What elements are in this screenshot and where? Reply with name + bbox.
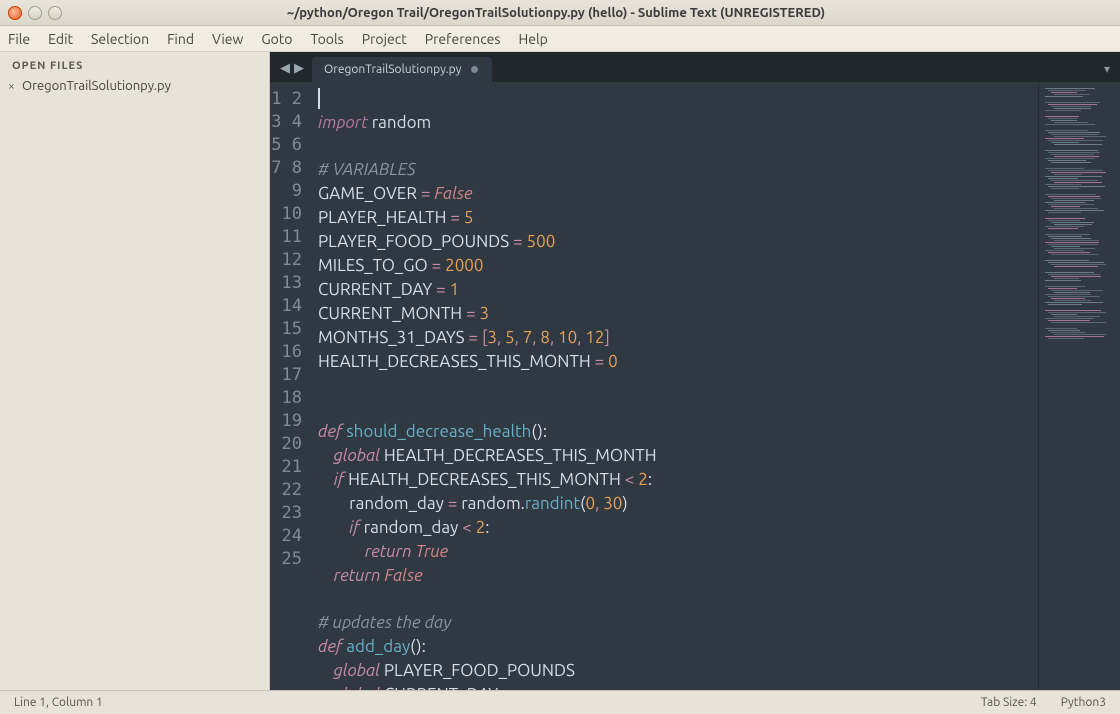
tab-dirty-indicator-icon	[471, 66, 478, 73]
window-titlebar: ~/python/Oregon Trail/OregonTrailSolutio…	[0, 0, 1120, 26]
tab-overflow-icon[interactable]: ▾	[1094, 62, 1120, 82]
menu-selection[interactable]: Selection	[91, 31, 149, 47]
line-number-gutter: 1 2 3 4 5 6 7 8 9 10 11 12 13 14 15 16 1…	[270, 82, 312, 690]
code-content[interactable]: import random # VARIABLES GAME_OVER = Fa…	[312, 82, 1038, 690]
code-scroll[interactable]: 1 2 3 4 5 6 7 8 9 10 11 12 13 14 15 16 1…	[270, 82, 1120, 690]
menu-tools[interactable]: Tools	[311, 31, 344, 47]
open-file-label: OregonTrailSolutionpy.py	[22, 79, 171, 93]
editor-area: ◀ ▶ OregonTrailSolutionpy.py ▾ 1 2 3 4 5…	[270, 52, 1120, 690]
menu-project[interactable]: Project	[362, 31, 407, 47]
maximize-window-icon[interactable]	[48, 6, 62, 20]
menu-preferences[interactable]: Preferences	[425, 31, 501, 47]
sidebar: OPEN FILES × OregonTrailSolutionpy.py	[0, 52, 270, 690]
minimize-window-icon[interactable]	[28, 6, 42, 20]
window-buttons	[0, 6, 62, 20]
menu-edit[interactable]: Edit	[48, 31, 73, 47]
comment-variables: # VARIABLES	[318, 160, 416, 179]
tab-label: OregonTrailSolutionpy.py	[324, 63, 461, 76]
close-file-icon[interactable]: ×	[8, 80, 15, 93]
minimap[interactable]	[1038, 82, 1120, 690]
menu-help[interactable]: Help	[518, 31, 547, 47]
workspace: OPEN FILES × OregonTrailSolutionpy.py ◀ …	[0, 52, 1120, 690]
nav-back-icon[interactable]: ◀	[280, 61, 290, 76]
menu-goto[interactable]: Goto	[261, 31, 292, 47]
menu-find[interactable]: Find	[167, 31, 194, 47]
tab-oregontrail[interactable]: OregonTrailSolutionpy.py	[312, 57, 492, 82]
open-file-item[interactable]: × OregonTrailSolutionpy.py	[0, 76, 269, 96]
nav-forward-icon[interactable]: ▶	[294, 61, 304, 76]
menu-view[interactable]: View	[212, 31, 243, 47]
text-cursor	[318, 88, 320, 109]
tab-nav-arrows: ◀ ▶	[276, 61, 312, 82]
window-title: ~/python/Oregon Trail/OregonTrailSolutio…	[62, 6, 1050, 20]
status-tab-size[interactable]: Tab Size: 4	[981, 696, 1037, 709]
status-cursor-pos[interactable]: Line 1, Column 1	[14, 696, 103, 709]
menu-file[interactable]: File	[8, 31, 30, 47]
open-files-heading: OPEN FILES	[0, 52, 269, 76]
close-window-icon[interactable]	[8, 6, 22, 20]
tok-import: import	[318, 113, 368, 132]
main-menu: File Edit Selection Find View Goto Tools…	[0, 26, 1120, 52]
status-language[interactable]: Python3	[1061, 696, 1106, 709]
tab-bar: ◀ ▶ OregonTrailSolutionpy.py ▾	[270, 52, 1120, 82]
status-bar: Line 1, Column 1 Tab Size: 4 Python3	[0, 690, 1120, 714]
